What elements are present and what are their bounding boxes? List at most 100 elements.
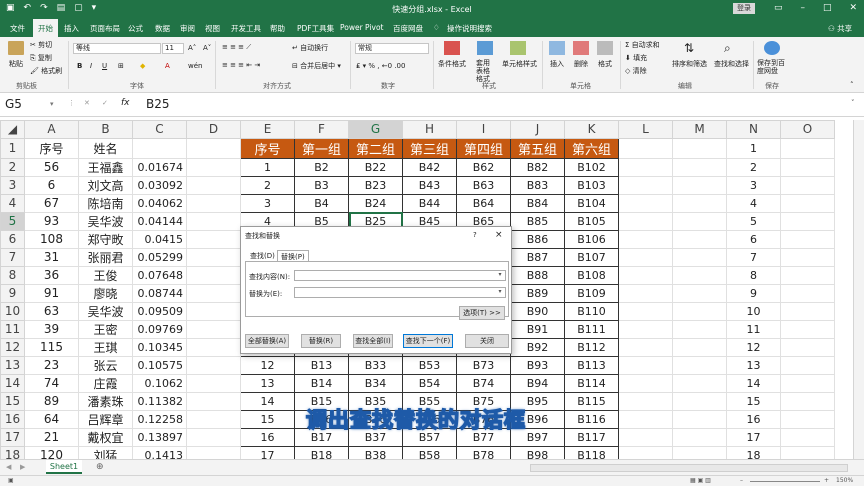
cell-o2[interactable] xyxy=(780,157,835,177)
column-header-g[interactable]: G xyxy=(348,120,403,139)
tab-help[interactable]: 帮助 xyxy=(270,23,285,34)
find-what-input[interactable]: ▾ xyxy=(294,270,506,281)
cell-k14[interactable]: B114 xyxy=(564,373,619,393)
cell-c7[interactable]: 0.05299 xyxy=(132,247,187,267)
cell-k1[interactable]: 第六组 xyxy=(564,137,619,159)
format-as-table-button[interactable]: 套用表格格式 xyxy=(476,59,494,83)
cancel-icon[interactable]: ✕ xyxy=(84,99,90,107)
cell-o12[interactable] xyxy=(780,337,835,357)
tab-baidu-netdisk[interactable]: 百度网盘 xyxy=(393,23,423,34)
cell-m6[interactable] xyxy=(672,229,727,249)
font-size-select[interactable]: 11 xyxy=(162,43,184,54)
row-header[interactable]: 1 xyxy=(0,137,25,159)
cell-m8[interactable] xyxy=(672,265,727,285)
delete-cells-icon[interactable] xyxy=(573,41,589,55)
paste-button[interactable]: 粘贴 xyxy=(9,59,23,69)
cell-d17[interactable] xyxy=(186,427,241,447)
cell-a2[interactable]: 56 xyxy=(24,157,79,177)
cell-a3[interactable]: 6 xyxy=(24,175,79,195)
cell-k12[interactable]: B112 xyxy=(564,337,619,357)
cell-o14[interactable] xyxy=(780,373,835,393)
cell-o3[interactable] xyxy=(780,175,835,195)
tab-view[interactable]: 视图 xyxy=(205,23,220,34)
cell-l16[interactable] xyxy=(618,409,673,429)
cell-c4[interactable]: 0.04062 xyxy=(132,193,187,213)
cell-d12[interactable] xyxy=(186,337,241,357)
cell-i13[interactable]: B73 xyxy=(456,355,511,375)
maximize-icon[interactable]: □ xyxy=(823,3,832,13)
cell-m4[interactable] xyxy=(672,193,727,213)
cell-j5[interactable]: B85 xyxy=(510,211,565,231)
cell-n4[interactable]: 4 xyxy=(726,193,781,213)
cell-o7[interactable] xyxy=(780,247,835,267)
cell-a1[interactable]: 序号 xyxy=(24,137,79,159)
cell-c10[interactable]: 0.09509 xyxy=(132,301,187,321)
cell-b15[interactable]: 潘素珠 xyxy=(78,391,133,411)
column-header-o[interactable]: O xyxy=(780,120,835,139)
cell-d11[interactable] xyxy=(186,319,241,339)
conditional-format-button[interactable]: 条件格式 xyxy=(438,59,466,69)
cell-j9[interactable]: B89 xyxy=(510,283,565,303)
chevron-down-icon[interactable]: ▾ xyxy=(495,288,505,297)
cell-c9[interactable]: 0.08744 xyxy=(132,283,187,303)
cell-c12[interactable]: 0.10345 xyxy=(132,337,187,357)
column-header-f[interactable]: F xyxy=(294,120,349,139)
row-header[interactable]: 9 xyxy=(0,283,25,303)
cell-o17[interactable] xyxy=(780,427,835,447)
cell-o10[interactable] xyxy=(780,301,835,321)
cell-n16[interactable]: 16 xyxy=(726,409,781,429)
tab-formulas[interactable]: 公式 xyxy=(128,23,143,34)
cell-j1[interactable]: 第五组 xyxy=(510,137,565,159)
cell-j4[interactable]: B84 xyxy=(510,193,565,213)
column-header-k[interactable]: K xyxy=(564,120,619,139)
cell-o11[interactable] xyxy=(780,319,835,339)
fill-color-icon[interactable]: ◆ xyxy=(140,62,145,70)
tab-pdf-tools[interactable]: PDF工具集 xyxy=(297,23,334,34)
cell-d3[interactable] xyxy=(186,175,241,195)
cell-l2[interactable] xyxy=(618,157,673,177)
zoom-in-icon[interactable]: + xyxy=(824,477,829,484)
close-icon[interactable]: × xyxy=(495,230,503,240)
row-header[interactable]: 14 xyxy=(0,373,25,393)
format-cells-icon[interactable] xyxy=(597,41,613,55)
vertical-scrollbar[interactable] xyxy=(853,120,864,459)
cell-a6[interactable]: 108 xyxy=(24,229,79,249)
row-header[interactable]: 7 xyxy=(0,247,25,267)
expand-formula-icon[interactable]: ˅ xyxy=(851,99,855,107)
tab-power-pivot[interactable]: Power Pivot xyxy=(340,23,383,32)
wrap-text-button[interactable]: ↵ 自动换行 xyxy=(292,43,328,53)
cell-a14[interactable]: 74 xyxy=(24,373,79,393)
cell-i4[interactable]: B64 xyxy=(456,193,511,213)
tab-file[interactable]: 文件 xyxy=(10,23,25,34)
insert-cells-button[interactable]: 插入 xyxy=(550,59,564,69)
cell-n9[interactable]: 9 xyxy=(726,283,781,303)
cell-i1[interactable]: 第四组 xyxy=(456,137,511,159)
cell-d1[interactable] xyxy=(186,137,241,159)
cell-b14[interactable]: 庄霞 xyxy=(78,373,133,393)
cell-h1[interactable]: 第三组 xyxy=(402,137,457,159)
cell-j8[interactable]: B88 xyxy=(510,265,565,285)
bold-button[interactable]: B xyxy=(77,62,82,70)
cell-g1[interactable]: 第二组 xyxy=(348,137,403,159)
row-header[interactable]: 4 xyxy=(0,193,25,213)
cell-g3[interactable]: B23 xyxy=(348,175,403,195)
delete-cells-button[interactable]: 删除 xyxy=(574,59,588,69)
cell-m13[interactable] xyxy=(672,355,727,375)
cell-c13[interactable]: 0.10575 xyxy=(132,355,187,375)
zoom-level[interactable]: 150% xyxy=(836,477,853,484)
row-header[interactable]: 11 xyxy=(0,319,25,339)
cell-c5[interactable]: 0.04144 xyxy=(132,211,187,231)
cell-k15[interactable]: B115 xyxy=(564,391,619,411)
border-icon[interactable]: ⊞ xyxy=(118,62,124,70)
cell-c16[interactable]: 0.12258 xyxy=(132,409,187,429)
cell-a7[interactable]: 31 xyxy=(24,247,79,267)
cell-e15[interactable]: 14 xyxy=(240,391,295,411)
cell-a16[interactable]: 64 xyxy=(24,409,79,429)
row-header[interactable]: 8 xyxy=(0,265,25,285)
copy-button[interactable]: ⎘ 复制 xyxy=(30,53,52,63)
cell-g2[interactable]: B22 xyxy=(348,157,403,177)
cell-a13[interactable]: 23 xyxy=(24,355,79,375)
cell-m15[interactable] xyxy=(672,391,727,411)
cell-styles-icon[interactable] xyxy=(510,41,526,55)
ribbon-display-icon[interactable]: ▭ xyxy=(774,3,783,13)
